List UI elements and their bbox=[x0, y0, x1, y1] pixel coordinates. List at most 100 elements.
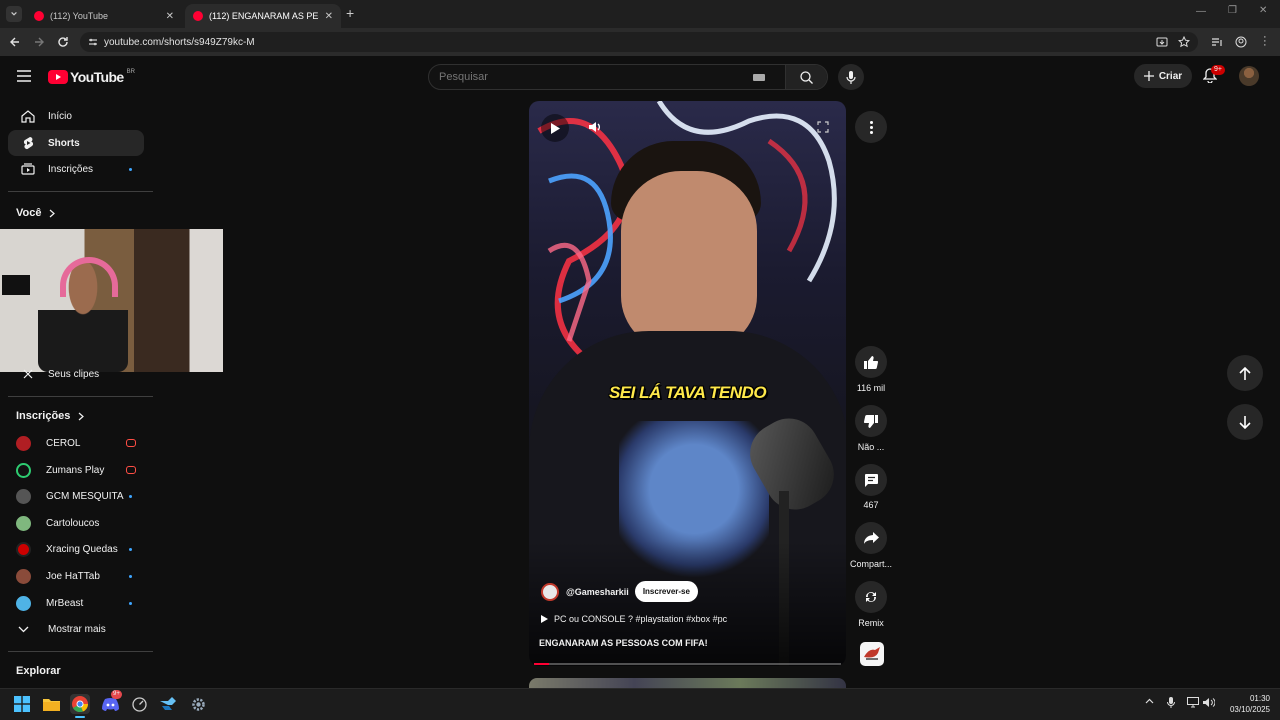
show-more-button[interactable]: Mostrar mais bbox=[8, 616, 144, 642]
system-app-button[interactable] bbox=[129, 694, 149, 714]
sidebar-item-label: Seus clipes bbox=[48, 369, 100, 380]
start-button[interactable] bbox=[12, 694, 32, 714]
forward-button[interactable] bbox=[33, 36, 45, 48]
channel-name: Joe HaTTab bbox=[46, 570, 100, 582]
keyboard-icon[interactable] bbox=[753, 74, 765, 81]
discord-button[interactable]: 9+ bbox=[100, 690, 122, 714]
clock-time: 01:30 bbox=[1249, 694, 1270, 703]
next-short-preview[interactable] bbox=[529, 678, 846, 688]
sidebar-section-voce[interactable]: Você bbox=[16, 207, 56, 219]
short-description: PC ou CONSOLE ? #playstation #xbox #pc bbox=[554, 614, 728, 624]
show-hidden-icons[interactable] bbox=[1145, 698, 1154, 704]
channel-avatar bbox=[16, 595, 31, 611]
subscription-item[interactable]: Xracing Quedas bbox=[8, 536, 144, 562]
browser-menu-button[interactable]: · · · bbox=[1263, 32, 1267, 51]
sidebar-divider bbox=[8, 396, 153, 397]
share-label: Compart... bbox=[849, 559, 892, 569]
comments-button[interactable] bbox=[855, 464, 887, 496]
dislike-label: Não ... bbox=[857, 442, 885, 452]
close-window-button[interactable]: ✕ bbox=[1259, 5, 1267, 16]
sidebar-item-label: Shorts bbox=[48, 137, 80, 149]
sidebar-section-inscricoes[interactable]: Inscrições bbox=[16, 410, 85, 422]
close-tab-icon[interactable]: ✕ bbox=[166, 11, 174, 22]
file-explorer-button[interactable] bbox=[41, 694, 61, 714]
subscription-item[interactable]: CEROL bbox=[8, 430, 144, 456]
create-button[interactable]: Criar bbox=[1134, 64, 1192, 88]
channel-avatar bbox=[16, 435, 31, 451]
sidebar-item-shorts[interactable]: Shorts bbox=[8, 130, 144, 156]
channel-name: GCM MESQUITA bbox=[46, 490, 124, 502]
sidebar-item-seus-clipes[interactable]: Seus clipes bbox=[8, 366, 144, 380]
sidebar-item-inicio[interactable]: Início bbox=[8, 103, 144, 129]
reload-button[interactable] bbox=[57, 36, 69, 48]
channel-avatar bbox=[16, 462, 31, 478]
steam-button[interactable] bbox=[158, 694, 178, 714]
sidebar-item-label: Inscrições bbox=[48, 163, 94, 175]
sidebar-divider bbox=[8, 651, 153, 652]
subscribe-button[interactable]: Inscrever-se bbox=[634, 581, 698, 602]
settings-button[interactable] bbox=[188, 694, 208, 714]
subscription-item[interactable]: Zumans Play bbox=[8, 457, 144, 483]
search-input[interactable] bbox=[429, 65, 753, 89]
channel-handle[interactable]: @Gamesharkii bbox=[566, 587, 629, 597]
tab-search-button[interactable] bbox=[6, 6, 22, 22]
network-icon bbox=[1187, 697, 1199, 708]
close-tab-icon[interactable]: ✕ bbox=[325, 11, 333, 22]
volume-tray[interactable] bbox=[1203, 697, 1215, 708]
voice-search-button[interactable] bbox=[838, 64, 864, 90]
minimize-window-button[interactable]: — bbox=[1196, 6, 1206, 17]
channel-avatar[interactable] bbox=[541, 582, 559, 601]
youtube-logo[interactable]: YouTube BR bbox=[48, 69, 135, 85]
subscription-item[interactable]: Cartoloucos bbox=[8, 510, 144, 536]
youtube-favicon-icon bbox=[193, 11, 203, 21]
channel-avatar bbox=[16, 515, 31, 531]
address-bar[interactable]: youtube.com/shorts/s949Z79kc-M bbox=[80, 32, 1198, 52]
browser-tab-active[interactable]: (112) ENGANARAM AS PESSOAS COM FIFA! ✕ bbox=[185, 4, 341, 28]
previous-short-button[interactable] bbox=[1227, 355, 1263, 391]
remix-icon bbox=[866, 592, 876, 602]
search-button[interactable] bbox=[785, 65, 827, 89]
profile-icon[interactable] bbox=[1235, 36, 1247, 48]
progress-track[interactable] bbox=[534, 663, 841, 665]
live-icon bbox=[126, 439, 136, 447]
notifications-button[interactable]: 9+ bbox=[1203, 65, 1225, 83]
install-app-icon[interactable] bbox=[1156, 36, 1168, 48]
guide-menu-button[interactable] bbox=[17, 70, 31, 82]
volume-button[interactable] bbox=[589, 121, 602, 133]
sound-channel-thumbnail[interactable] bbox=[860, 642, 884, 666]
microphone-tray[interactable] bbox=[1167, 697, 1175, 708]
logo-text: YouTube bbox=[70, 69, 124, 85]
new-tab-button[interactable]: + bbox=[346, 5, 354, 21]
restore-window-button[interactable]: ❐ bbox=[1228, 5, 1237, 16]
browser-tab[interactable]: (112) YouTube ✕ bbox=[26, 4, 182, 28]
subscription-item[interactable]: Joe HaTTab bbox=[8, 563, 144, 589]
next-short-button[interactable] bbox=[1227, 404, 1263, 440]
sidebar-item-inscricoes[interactable]: Inscrições bbox=[8, 156, 144, 182]
back-button[interactable] bbox=[9, 36, 21, 48]
short-video-player[interactable]: SEI LÁ TAVA TENDO @Gamesharkii Inscrever… bbox=[529, 101, 846, 666]
subscription-item[interactable]: MrBeast bbox=[8, 590, 144, 616]
media-control-icon[interactable] bbox=[1211, 36, 1223, 48]
remix-button[interactable] bbox=[855, 581, 887, 613]
region-code: BR bbox=[126, 69, 135, 75]
channel-avatar bbox=[16, 541, 31, 557]
speaker-icon bbox=[1203, 698, 1215, 707]
more-options-button[interactable] bbox=[855, 111, 887, 143]
account-avatar[interactable] bbox=[1239, 66, 1259, 86]
thumbs-up-icon bbox=[864, 355, 878, 369]
description-row[interactable]: PC ou CONSOLE ? #playstation #xbox #pc bbox=[541, 614, 727, 624]
share-button[interactable] bbox=[855, 522, 887, 554]
subscription-item[interactable]: GCM MESQUITA bbox=[8, 483, 144, 509]
clock[interactable]: 01:30 03/10/2025 bbox=[1220, 693, 1270, 715]
dislike-button[interactable] bbox=[855, 405, 887, 437]
fullscreen-button[interactable] bbox=[817, 121, 829, 133]
play-button[interactable] bbox=[541, 114, 569, 142]
like-button[interactable] bbox=[855, 346, 887, 378]
site-info-icon[interactable] bbox=[88, 37, 98, 47]
chrome-button[interactable] bbox=[70, 694, 90, 714]
arrow-down-icon bbox=[1239, 415, 1251, 429]
reload-icon bbox=[58, 37, 68, 47]
network-tray[interactable] bbox=[1187, 697, 1199, 708]
live-icon bbox=[126, 466, 136, 474]
bookmark-star-icon[interactable] bbox=[1178, 36, 1190, 48]
